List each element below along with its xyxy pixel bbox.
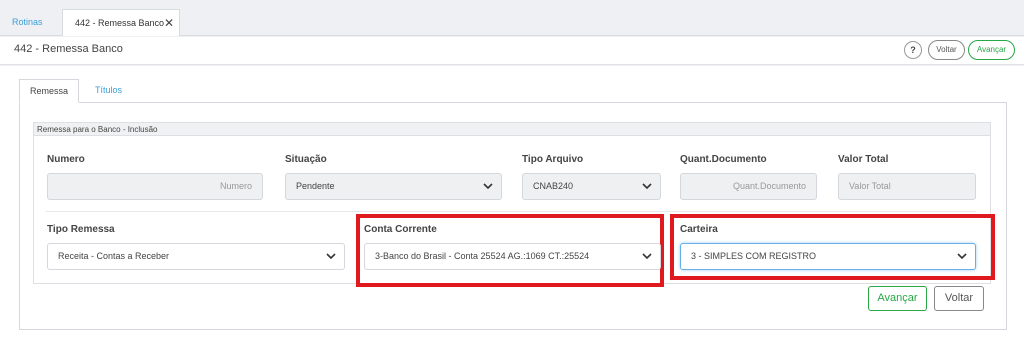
close-icon[interactable]: ✕	[164, 10, 174, 36]
chevron-down-icon	[642, 183, 652, 190]
section-title: Remessa para o Banco - Inclusão	[33, 122, 991, 136]
divider	[46, 211, 976, 212]
voltar-button[interactable]: Voltar	[934, 286, 984, 311]
header-voltar-button[interactable]: Voltar	[928, 40, 965, 60]
tab-remessa-banco[interactable]: 442 - Remessa Banco ✕	[62, 9, 180, 36]
carteira-label: Carteira	[680, 224, 718, 235]
valor-total-label: Valor Total	[838, 154, 889, 165]
help-icon[interactable]: ?	[904, 41, 922, 59]
tipo-remessa-value: Receita - Contas a Receber	[58, 251, 170, 261]
chevron-down-icon	[326, 253, 336, 260]
page-header: 442 - Remessa Banco	[0, 37, 1024, 65]
avancar-button[interactable]: Avançar	[868, 286, 927, 311]
situacao-value: Pendente	[296, 181, 335, 191]
tab-rotinas[interactable]: Rotinas	[12, 9, 43, 36]
quant-documento-input[interactable]: Quant.Documento	[680, 173, 817, 200]
tab-remessa[interactable]: Remessa	[19, 79, 79, 103]
valor-total-input[interactable]: Valor Total	[838, 173, 976, 200]
situacao-label: Situação	[285, 154, 327, 165]
chevron-down-icon	[642, 253, 652, 260]
conta-corrente-value: 3-Banco do Brasil - Conta 25524 AG.:1069…	[375, 251, 590, 261]
numero-input[interactable]: Numero	[47, 173, 263, 200]
chevron-down-icon	[483, 183, 493, 190]
quant-documento-label: Quant.Documento	[680, 154, 767, 165]
tipo-arquivo-select[interactable]: CNAB240	[522, 173, 661, 200]
chevron-down-icon	[957, 253, 967, 260]
tab-titulos[interactable]: Títulos	[95, 79, 122, 103]
page-title: 442 - Remessa Banco	[14, 43, 123, 55]
header-avancar-button[interactable]: Avançar	[968, 40, 1015, 60]
conta-corrente-select[interactable]: 3-Banco do Brasil - Conta 25524 AG.:1069…	[364, 243, 661, 270]
carteira-select[interactable]: 3 - SIMPLES COM REGISTRO	[680, 243, 976, 270]
tab-remessa-banco-label: 442 - Remessa Banco	[75, 18, 165, 28]
numero-label: Numero	[47, 154, 85, 165]
situacao-select[interactable]: Pendente	[285, 173, 502, 200]
carteira-value: 3 - SIMPLES COM REGISTRO	[691, 251, 817, 261]
tipo-remessa-label: Tipo Remessa	[47, 224, 115, 235]
tipo-remessa-select[interactable]: Receita - Contas a Receber	[47, 243, 345, 270]
tipo-arquivo-label: Tipo Arquivo	[522, 154, 584, 165]
tipo-arquivo-value: CNAB240	[533, 181, 574, 191]
conta-corrente-label: Conta Corrente	[364, 224, 437, 235]
